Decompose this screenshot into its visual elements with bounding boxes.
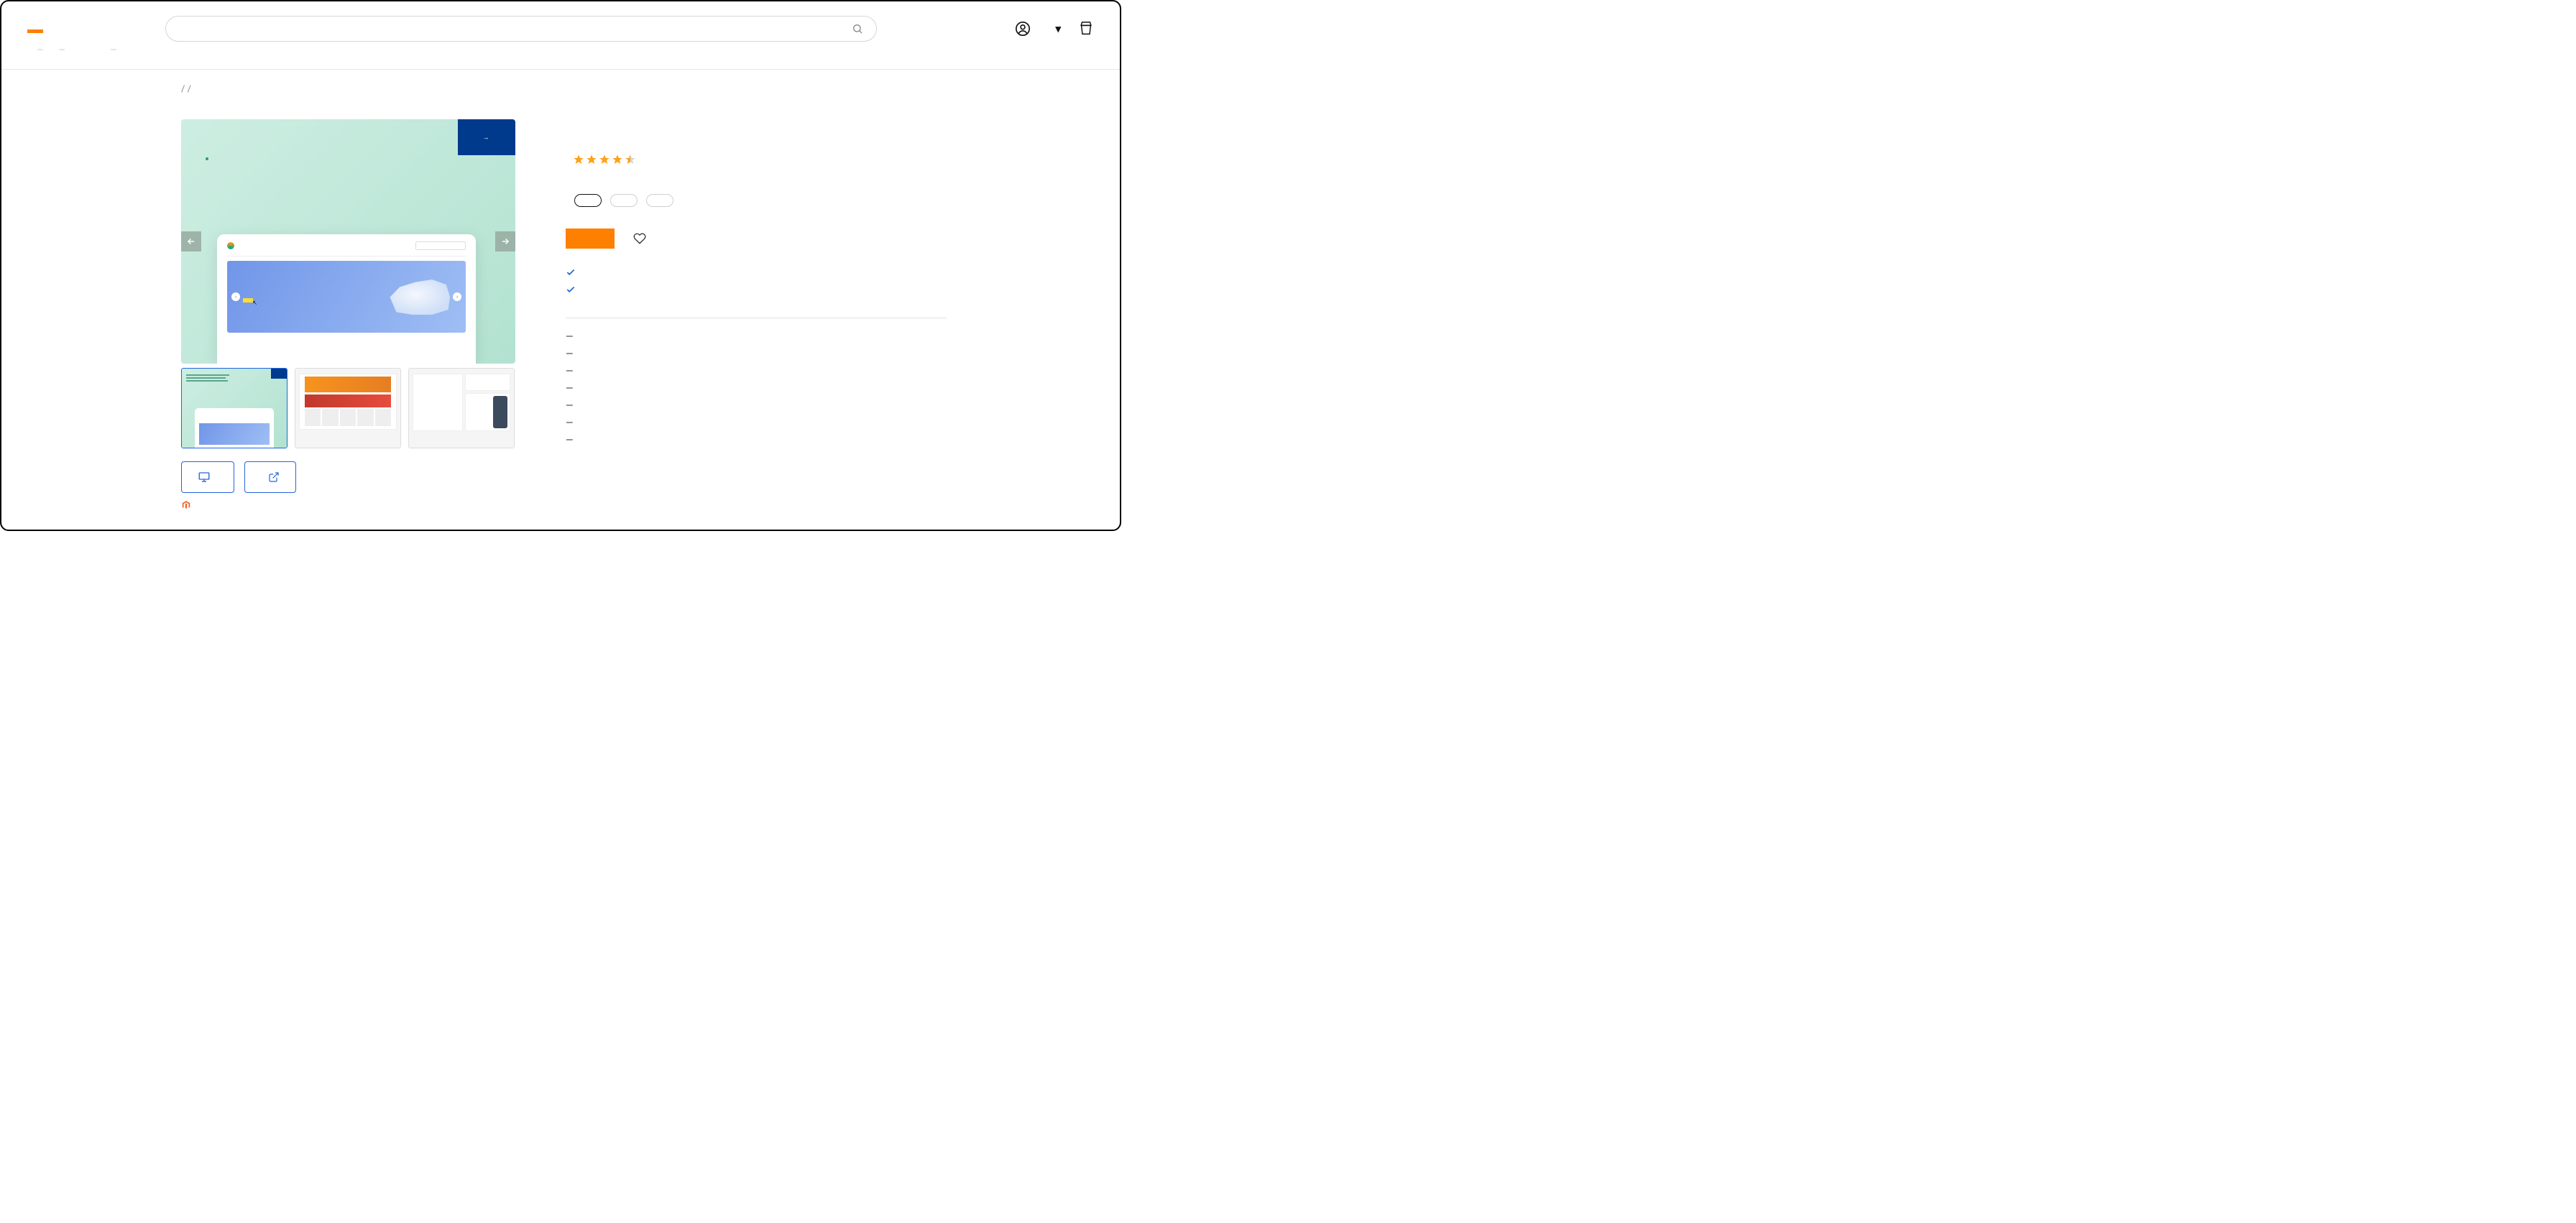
feature-item bbox=[566, 400, 947, 412]
currency-selector[interactable]: ▾ bbox=[1052, 22, 1061, 35]
search-input[interactable] bbox=[179, 23, 852, 34]
feature-item bbox=[566, 435, 947, 446]
check-icon bbox=[566, 285, 576, 295]
add-to-wishlist-button[interactable] bbox=[633, 232, 652, 245]
gallery-thumb-3[interactable] bbox=[408, 368, 515, 448]
feature-item bbox=[566, 383, 947, 394]
feature-list bbox=[566, 331, 947, 446]
main-nav bbox=[1, 42, 1120, 70]
check-icon bbox=[566, 267, 576, 277]
heart-icon bbox=[633, 232, 646, 245]
cursor-icon: ↖ bbox=[252, 300, 257, 306]
cart-button[interactable] bbox=[1078, 21, 1094, 37]
search-icon[interactable] bbox=[852, 23, 863, 34]
feature-item bbox=[566, 366, 947, 377]
gallery-thumb-1[interactable] bbox=[181, 368, 288, 448]
gallery-prev[interactable] bbox=[181, 231, 201, 251]
mock-window: ‹ › ↖ bbox=[217, 234, 476, 364]
hyva-badge: → bbox=[458, 119, 515, 155]
chevron-down-icon: ▾ bbox=[1055, 22, 1061, 35]
explore-demo-button[interactable] bbox=[181, 461, 234, 493]
search-bar[interactable] bbox=[165, 16, 877, 42]
breadcrumb: / / bbox=[181, 84, 1120, 95]
benefit-row bbox=[566, 267, 947, 277]
gallery-thumb-2[interactable] bbox=[295, 368, 401, 448]
gallery-next[interactable] bbox=[495, 231, 515, 251]
add-to-cart-button[interactable] bbox=[566, 229, 615, 249]
feature-item bbox=[566, 349, 947, 360]
edition-enterprise[interactable] bbox=[610, 194, 638, 207]
feature-item bbox=[566, 417, 947, 429]
magento-icon bbox=[181, 500, 191, 510]
rating-stars bbox=[573, 154, 636, 165]
feature-item bbox=[566, 331, 947, 343]
gallery-main[interactable]: → bbox=[181, 119, 515, 364]
version-info bbox=[181, 500, 515, 510]
benefit-row bbox=[566, 285, 947, 295]
edition-cloud[interactable] bbox=[646, 194, 673, 207]
external-link-icon bbox=[268, 471, 280, 483]
login-link[interactable] bbox=[1015, 21, 1035, 37]
user-guide-button[interactable] bbox=[244, 461, 296, 493]
edition-community[interactable] bbox=[574, 194, 602, 207]
monitor-icon bbox=[198, 471, 211, 484]
